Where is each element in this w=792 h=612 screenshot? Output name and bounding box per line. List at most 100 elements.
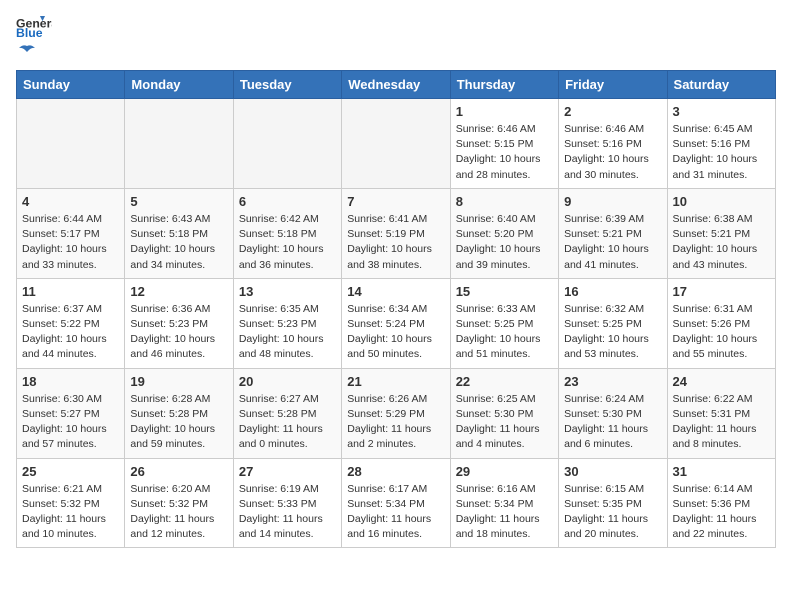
day-info: Sunrise: 6:44 AM Sunset: 5:17 PM Dayligh… bbox=[22, 212, 119, 273]
day-info: Sunrise: 6:15 AM Sunset: 5:35 PM Dayligh… bbox=[564, 482, 661, 543]
week-row-1: 1 Sunrise: 6:46 AM Sunset: 5:15 PM Daylig… bbox=[17, 99, 776, 189]
day-number: 17 bbox=[673, 284, 770, 299]
logo: General Blue bbox=[16, 16, 52, 62]
day-number: 27 bbox=[239, 464, 336, 479]
calendar-cell: 25 Sunrise: 6:21 AM Sunset: 5:32 PM Dayli… bbox=[17, 458, 125, 548]
calendar-cell: 26 Sunrise: 6:20 AM Sunset: 5:32 PM Dayli… bbox=[125, 458, 233, 548]
day-number: 24 bbox=[673, 374, 770, 389]
calendar-cell: 12 Sunrise: 6:36 AM Sunset: 5:23 PM Dayli… bbox=[125, 278, 233, 368]
day-number: 18 bbox=[22, 374, 119, 389]
calendar-cell: 20 Sunrise: 6:27 AM Sunset: 5:28 PM Dayli… bbox=[233, 368, 341, 458]
calendar-table: SundayMondayTuesdayWednesdayThursdayFrid… bbox=[16, 70, 776, 548]
day-number: 9 bbox=[564, 194, 661, 209]
calendar-cell: 9Sunrise: 6:39 AM Sunset: 5:21 PM Daylig… bbox=[559, 188, 667, 278]
day-info: Sunrise: 6:33 AM Sunset: 5:25 PM Dayligh… bbox=[456, 302, 553, 363]
header: General Blue bbox=[16, 16, 776, 62]
calendar-cell: 23Sunrise: 6:24 AM Sunset: 5:30 PM Dayli… bbox=[559, 368, 667, 458]
logo-bird-icon bbox=[17, 44, 37, 62]
day-number: 6 bbox=[239, 194, 336, 209]
day-number: 2 bbox=[564, 104, 661, 119]
day-number: 23 bbox=[564, 374, 661, 389]
day-number: 13 bbox=[239, 284, 336, 299]
day-number: 7 bbox=[347, 194, 444, 209]
day-number: 14 bbox=[347, 284, 444, 299]
calendar-cell: 17 Sunrise: 6:31 AM Sunset: 5:26 PM Dayli… bbox=[667, 278, 775, 368]
day-info: Sunrise: 6:21 AM Sunset: 5:32 PM Dayligh… bbox=[22, 482, 119, 543]
day-info: Sunrise: 6:19 AM Sunset: 5:33 PM Dayligh… bbox=[239, 482, 336, 543]
day-info: Sunrise: 6:46 AM Sunset: 5:15 PM Dayligh… bbox=[456, 122, 553, 183]
calendar-cell: 21Sunrise: 6:26 AM Sunset: 5:29 PM Dayli… bbox=[342, 368, 450, 458]
calendar-cell: 29 Sunrise: 6:16 AM Sunset: 5:34 PM Dayli… bbox=[450, 458, 558, 548]
day-number: 4 bbox=[22, 194, 119, 209]
calendar-cell: 4 Sunrise: 6:44 AM Sunset: 5:17 PM Daylig… bbox=[17, 188, 125, 278]
day-number: 30 bbox=[564, 464, 661, 479]
day-number: 26 bbox=[130, 464, 227, 479]
day-number: 5 bbox=[130, 194, 227, 209]
day-number: 3 bbox=[673, 104, 770, 119]
calendar-cell: 19 Sunrise: 6:28 AM Sunset: 5:28 PM Dayli… bbox=[125, 368, 233, 458]
calendar-cell: 14 Sunrise: 6:34 AM Sunset: 5:24 PM Dayli… bbox=[342, 278, 450, 368]
calendar-cell: 15 Sunrise: 6:33 AM Sunset: 5:25 PM Dayli… bbox=[450, 278, 558, 368]
day-info: Sunrise: 6:38 AM Sunset: 5:21 PM Dayligh… bbox=[673, 212, 770, 273]
day-info: Sunrise: 6:22 AM Sunset: 5:31 PM Dayligh… bbox=[673, 392, 770, 453]
calendar-cell: 13 Sunrise: 6:35 AM Sunset: 5:23 PM Dayli… bbox=[233, 278, 341, 368]
day-info: Sunrise: 6:30 AM Sunset: 5:27 PM Dayligh… bbox=[22, 392, 119, 453]
day-info: Sunrise: 6:43 AM Sunset: 5:18 PM Dayligh… bbox=[130, 212, 227, 273]
weekday-header-monday: Monday bbox=[125, 71, 233, 99]
day-number: 19 bbox=[130, 374, 227, 389]
calendar-cell: 8Sunrise: 6:40 AM Sunset: 5:20 PM Daylig… bbox=[450, 188, 558, 278]
calendar-cell: 27 Sunrise: 6:19 AM Sunset: 5:33 PM Dayli… bbox=[233, 458, 341, 548]
calendar-cell: 3 Sunrise: 6:45 AM Sunset: 5:16 PM Daylig… bbox=[667, 99, 775, 189]
day-number: 28 bbox=[347, 464, 444, 479]
day-number: 1 bbox=[456, 104, 553, 119]
day-info: Sunrise: 6:27 AM Sunset: 5:28 PM Dayligh… bbox=[239, 392, 336, 453]
day-info: Sunrise: 6:20 AM Sunset: 5:32 PM Dayligh… bbox=[130, 482, 227, 543]
day-info: Sunrise: 6:34 AM Sunset: 5:24 PM Dayligh… bbox=[347, 302, 444, 363]
calendar-cell: 11 Sunrise: 6:37 AM Sunset: 5:22 PM Dayli… bbox=[17, 278, 125, 368]
week-row-5: 25 Sunrise: 6:21 AM Sunset: 5:32 PM Dayli… bbox=[17, 458, 776, 548]
day-info: Sunrise: 6:46 AM Sunset: 5:16 PM Dayligh… bbox=[564, 122, 661, 183]
calendar-cell bbox=[233, 99, 341, 189]
week-row-4: 18 Sunrise: 6:30 AM Sunset: 5:27 PM Dayli… bbox=[17, 368, 776, 458]
calendar-cell: 2 Sunrise: 6:46 AM Sunset: 5:16 PM Daylig… bbox=[559, 99, 667, 189]
week-row-2: 4 Sunrise: 6:44 AM Sunset: 5:17 PM Daylig… bbox=[17, 188, 776, 278]
calendar-cell: 1 Sunrise: 6:46 AM Sunset: 5:15 PM Daylig… bbox=[450, 99, 558, 189]
day-info: Sunrise: 6:42 AM Sunset: 5:18 PM Dayligh… bbox=[239, 212, 336, 273]
day-info: Sunrise: 6:37 AM Sunset: 5:22 PM Dayligh… bbox=[22, 302, 119, 363]
day-info: Sunrise: 6:25 AM Sunset: 5:30 PM Dayligh… bbox=[456, 392, 553, 453]
weekday-header-thursday: Thursday bbox=[450, 71, 558, 99]
day-info: Sunrise: 6:36 AM Sunset: 5:23 PM Dayligh… bbox=[130, 302, 227, 363]
day-number: 15 bbox=[456, 284, 553, 299]
weekday-header-wednesday: Wednesday bbox=[342, 71, 450, 99]
day-number: 29 bbox=[456, 464, 553, 479]
day-info: Sunrise: 6:35 AM Sunset: 5:23 PM Dayligh… bbox=[239, 302, 336, 363]
calendar-body: 1 Sunrise: 6:46 AM Sunset: 5:15 PM Daylig… bbox=[17, 99, 776, 548]
weekday-header-friday: Friday bbox=[559, 71, 667, 99]
calendar-cell: 31 Sunrise: 6:14 AM Sunset: 5:36 PM Dayli… bbox=[667, 458, 775, 548]
day-info: Sunrise: 6:16 AM Sunset: 5:34 PM Dayligh… bbox=[456, 482, 553, 543]
day-number: 22 bbox=[456, 374, 553, 389]
day-info: Sunrise: 6:45 AM Sunset: 5:16 PM Dayligh… bbox=[673, 122, 770, 183]
logo-icon: General Blue bbox=[16, 16, 52, 38]
calendar-cell: 30 Sunrise: 6:15 AM Sunset: 5:35 PM Dayli… bbox=[559, 458, 667, 548]
day-info: Sunrise: 6:17 AM Sunset: 5:34 PM Dayligh… bbox=[347, 482, 444, 543]
day-number: 16 bbox=[564, 284, 661, 299]
calendar-cell: 5 Sunrise: 6:43 AM Sunset: 5:18 PM Daylig… bbox=[125, 188, 233, 278]
day-info: Sunrise: 6:14 AM Sunset: 5:36 PM Dayligh… bbox=[673, 482, 770, 543]
day-info: Sunrise: 6:41 AM Sunset: 5:19 PM Dayligh… bbox=[347, 212, 444, 273]
calendar-cell: 22 Sunrise: 6:25 AM Sunset: 5:30 PM Dayli… bbox=[450, 368, 558, 458]
weekday-header-tuesday: Tuesday bbox=[233, 71, 341, 99]
day-info: Sunrise: 6:31 AM Sunset: 5:26 PM Dayligh… bbox=[673, 302, 770, 363]
day-number: 20 bbox=[239, 374, 336, 389]
day-info: Sunrise: 6:28 AM Sunset: 5:28 PM Dayligh… bbox=[130, 392, 227, 453]
weekday-header-row: SundayMondayTuesdayWednesdayThursdayFrid… bbox=[17, 71, 776, 99]
calendar-cell: 18 Sunrise: 6:30 AM Sunset: 5:27 PM Dayli… bbox=[17, 368, 125, 458]
day-number: 31 bbox=[673, 464, 770, 479]
calendar-cell: 16Sunrise: 6:32 AM Sunset: 5:25 PM Dayli… bbox=[559, 278, 667, 368]
day-number: 12 bbox=[130, 284, 227, 299]
day-number: 25 bbox=[22, 464, 119, 479]
calendar-cell: 6 Sunrise: 6:42 AM Sunset: 5:18 PM Daylig… bbox=[233, 188, 341, 278]
calendar-cell: 24 Sunrise: 6:22 AM Sunset: 5:31 PM Dayli… bbox=[667, 368, 775, 458]
calendar-cell: 7 Sunrise: 6:41 AM Sunset: 5:19 PM Daylig… bbox=[342, 188, 450, 278]
day-number: 11 bbox=[22, 284, 119, 299]
